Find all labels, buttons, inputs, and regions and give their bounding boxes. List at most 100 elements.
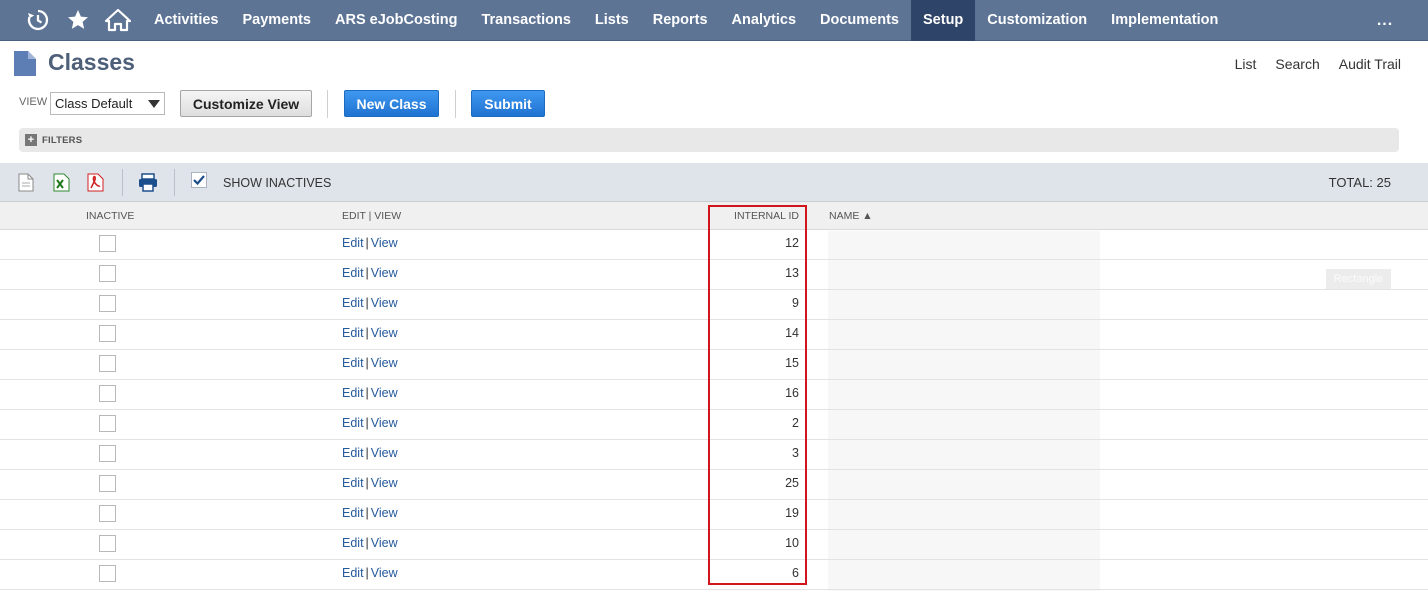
nav-more-button[interactable]: ...: [1370, 0, 1400, 41]
edit-view-links: Edit | View: [342, 236, 398, 250]
chevron-down-icon: [148, 100, 160, 108]
edit-link[interactable]: Edit: [342, 506, 364, 520]
view-link[interactable]: View: [371, 386, 398, 400]
nav-analytics[interactable]: Analytics: [720, 0, 808, 41]
view-link[interactable]: View: [371, 566, 398, 580]
link-separator: |: [365, 266, 369, 280]
edit-link[interactable]: Edit: [342, 536, 364, 550]
inactive-checkbox[interactable]: [99, 325, 116, 342]
edit-link[interactable]: Edit: [342, 386, 364, 400]
nav-reports[interactable]: Reports: [641, 0, 720, 41]
search-link[interactable]: Search: [1275, 56, 1319, 72]
link-separator: |: [365, 566, 369, 580]
nav-lists[interactable]: Lists: [583, 0, 641, 41]
column-header-internal-id[interactable]: INTERNAL ID: [734, 210, 799, 222]
inactive-checkbox[interactable]: [99, 265, 116, 282]
table-row: Edit | View 15: [0, 350, 1428, 380]
nav-payments[interactable]: Payments: [230, 0, 323, 41]
link-separator: |: [365, 446, 369, 460]
internal-id-cell: 6: [792, 566, 799, 580]
new-class-button[interactable]: New Class: [344, 90, 439, 117]
audit-trail-link[interactable]: Audit Trail: [1339, 56, 1401, 72]
inactive-checkbox[interactable]: [99, 385, 116, 402]
export-pdf-icon[interactable]: [87, 173, 104, 197]
nav-ars-ejobcosting[interactable]: ARS eJobCosting: [323, 0, 469, 41]
edit-link[interactable]: Edit: [342, 296, 364, 310]
column-header-inactive[interactable]: INACTIVE: [86, 210, 134, 222]
edit-link[interactable]: Edit: [342, 566, 364, 580]
nav-activities[interactable]: Activities: [142, 0, 230, 41]
nav-setup[interactable]: Setup: [911, 0, 976, 41]
link-separator: |: [365, 476, 369, 490]
export-csv-icon[interactable]: [18, 173, 34, 197]
link-separator: |: [365, 386, 369, 400]
edit-view-links: Edit | View: [342, 326, 398, 340]
view-link[interactable]: View: [371, 356, 398, 370]
edit-view-links: Edit | View: [342, 416, 398, 430]
nav-customization[interactable]: Customization: [975, 0, 1099, 41]
inactive-checkbox[interactable]: [99, 235, 116, 252]
document-icon: [14, 51, 36, 81]
recent-icon[interactable]: [18, 0, 58, 41]
edit-link[interactable]: Edit: [342, 446, 364, 460]
view-link[interactable]: View: [371, 296, 398, 310]
print-icon[interactable]: [138, 173, 158, 197]
table-row: Edit | View 14: [0, 320, 1428, 350]
star-icon[interactable]: [58, 0, 98, 41]
internal-id-cell: 25: [785, 476, 799, 490]
view-link[interactable]: View: [371, 446, 398, 460]
table-header: INACTIVE EDIT | VIEW INTERNAL ID NAME ▲: [0, 202, 1428, 230]
view-link[interactable]: View: [371, 326, 398, 340]
nav-transactions[interactable]: Transactions: [469, 0, 582, 41]
annotation-tag: Rectangle: [1326, 269, 1391, 289]
edit-link[interactable]: Edit: [342, 476, 364, 490]
toolbar-divider: [122, 169, 123, 196]
view-link[interactable]: View: [371, 416, 398, 430]
inactive-checkbox[interactable]: [99, 415, 116, 432]
table-row: Edit | View 9: [0, 290, 1428, 320]
nav-implementation[interactable]: Implementation: [1099, 0, 1230, 41]
link-separator: |: [365, 416, 369, 430]
inactive-checkbox[interactable]: [99, 565, 116, 582]
export-excel-icon[interactable]: [53, 173, 70, 197]
link-separator: |: [365, 236, 369, 250]
list-link[interactable]: List: [1235, 56, 1257, 72]
show-inactives-checkbox[interactable]: [191, 172, 207, 188]
link-separator: |: [365, 356, 369, 370]
edit-view-links: Edit | View: [342, 506, 398, 520]
filters-bar[interactable]: + FILTERS: [19, 128, 1399, 152]
expand-plus-icon[interactable]: +: [25, 134, 37, 146]
internal-id-cell: 15: [785, 356, 799, 370]
edit-view-links: Edit | View: [342, 356, 398, 370]
view-link[interactable]: View: [371, 536, 398, 550]
customize-view-button[interactable]: Customize View: [180, 90, 312, 117]
edit-link[interactable]: Edit: [342, 326, 364, 340]
column-header-name[interactable]: NAME ▲: [829, 210, 873, 222]
submit-button[interactable]: Submit: [471, 90, 545, 117]
nav-documents[interactable]: Documents: [808, 0, 911, 41]
view-select[interactable]: Class Default: [50, 92, 165, 115]
edit-link[interactable]: Edit: [342, 236, 364, 250]
internal-id-cell: 14: [785, 326, 799, 340]
table-row: Edit | View 12: [0, 230, 1428, 260]
link-separator: |: [365, 296, 369, 310]
table-row: Edit | View 19: [0, 500, 1428, 530]
inactive-checkbox[interactable]: [99, 535, 116, 552]
view-link[interactable]: View: [371, 236, 398, 250]
edit-link[interactable]: Edit: [342, 416, 364, 430]
edit-link[interactable]: Edit: [342, 356, 364, 370]
view-link[interactable]: View: [371, 476, 398, 490]
view-link[interactable]: View: [371, 266, 398, 280]
toolbar-divider: [455, 90, 456, 118]
inactive-checkbox[interactable]: [99, 475, 116, 492]
home-icon[interactable]: [98, 0, 138, 41]
inactive-checkbox[interactable]: [99, 505, 116, 522]
inactive-checkbox[interactable]: [99, 355, 116, 372]
edit-link[interactable]: Edit: [342, 266, 364, 280]
inactive-checkbox[interactable]: [99, 295, 116, 312]
table-row: Edit | View 2: [0, 410, 1428, 440]
view-link[interactable]: View: [371, 506, 398, 520]
inactive-checkbox[interactable]: [99, 445, 116, 462]
table-row: Edit | View 13: [0, 260, 1428, 290]
filters-label: FILTERS: [42, 135, 83, 146]
